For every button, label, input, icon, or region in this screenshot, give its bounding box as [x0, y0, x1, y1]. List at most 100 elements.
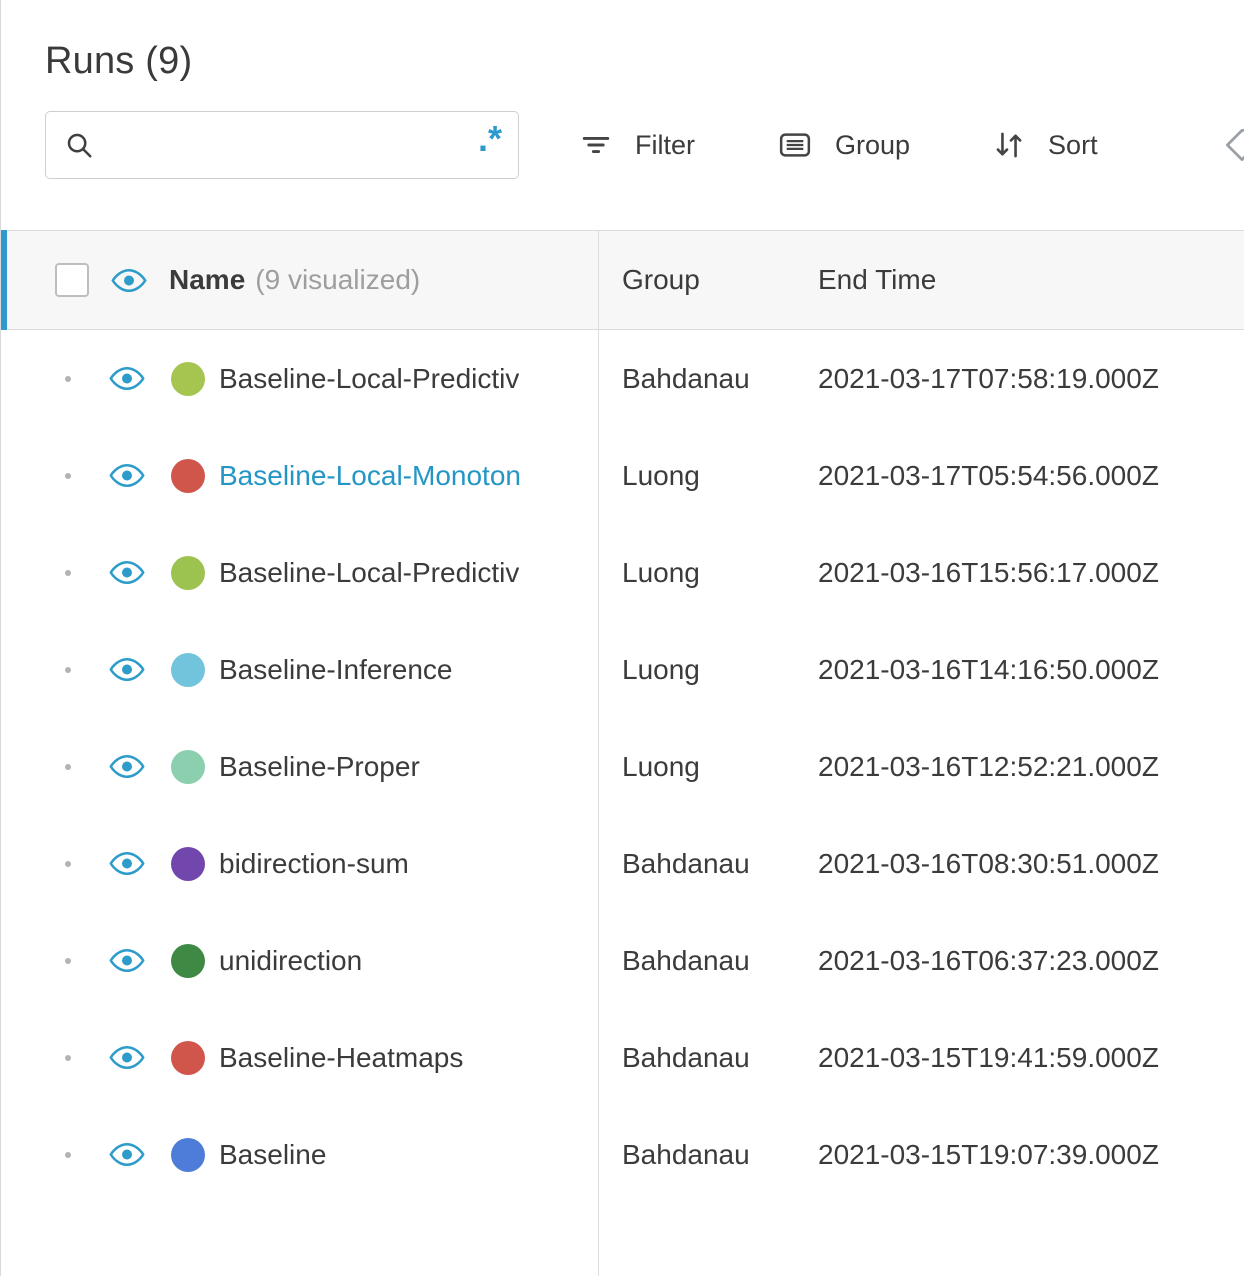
run-group: Luong	[622, 459, 700, 491]
run-end-time: 2021-03-17T05:54:56.000Z	[818, 459, 1159, 491]
visualized-count-label: (9 visualized)	[255, 264, 421, 295]
run-end-time: 2021-03-15T19:41:59.000Z	[818, 1041, 1159, 1073]
end-time-column-label: End Time	[818, 264, 937, 295]
drag-handle-dot[interactable]	[65, 472, 71, 479]
toolbar: Filter Group Sort	[579, 125, 1244, 165]
visibility-eye-icon[interactable]	[109, 948, 145, 973]
run-group: Bahdanau	[622, 1138, 750, 1170]
visibility-eye-icon[interactable]	[109, 463, 145, 488]
table-row: Baseline-Local-Predictiv Bahdanau 2021-0…	[1, 330, 1244, 427]
row-name-cell: unidirection	[1, 943, 598, 978]
visibility-eye-icon[interactable]	[109, 657, 145, 682]
table-row: Baseline-Proper Luong 2021-03-16T12:52:2…	[1, 718, 1244, 815]
run-group: Bahdanau	[622, 944, 750, 976]
run-color-dot	[171, 846, 205, 881]
search-icon	[64, 130, 94, 160]
filter-button[interactable]: Filter	[579, 128, 695, 162]
visibility-eye-icon[interactable]	[109, 560, 145, 585]
run-group: Bahdanau	[622, 362, 750, 394]
sort-icon	[992, 128, 1026, 162]
run-group: Luong	[622, 653, 700, 685]
drag-handle-dot[interactable]	[65, 375, 71, 382]
table-row: Baseline-Local-Monoton Luong 2021-03-17T…	[1, 427, 1244, 524]
run-color-dot	[171, 652, 205, 687]
table-header-row: Name (9 visualized) Group End Time	[1, 230, 1244, 330]
run-name[interactable]: Baseline-Inference	[219, 654, 452, 686]
run-name[interactable]: Baseline-Proper	[219, 751, 420, 783]
sort-button[interactable]: Sort	[992, 128, 1098, 162]
group-column-label: Group	[622, 264, 700, 295]
run-color-dot	[171, 1040, 205, 1075]
table-row: Baseline-Local-Predictiv Luong 2021-03-1…	[1, 524, 1244, 621]
regex-toggle[interactable]: .*	[478, 120, 502, 167]
column-divider	[598, 230, 599, 1276]
row-name-cell: Baseline-Local-Predictiv	[1, 555, 598, 590]
run-end-time: 2021-03-16T15:56:17.000Z	[818, 556, 1159, 588]
row-name-cell: Baseline-Local-Predictiv	[1, 361, 598, 396]
search-input[interactable]	[106, 112, 478, 178]
row-name-cell: Baseline-Local-Monoton	[1, 458, 598, 493]
drag-handle-dot[interactable]	[65, 666, 71, 673]
run-name[interactable]: bidirection-sum	[219, 848, 409, 880]
run-name[interactable]: Baseline-Local-Monoton	[219, 460, 521, 492]
table-row: unidirection Bahdanau 2021-03-16T06:37:2…	[1, 912, 1244, 1009]
visibility-eye-icon[interactable]	[109, 754, 145, 779]
name-column-label: Name	[169, 264, 246, 295]
run-end-time: 2021-03-16T08:30:51.000Z	[818, 847, 1159, 879]
filter-label: Filter	[635, 129, 695, 160]
drag-handle-dot[interactable]	[65, 1151, 71, 1158]
run-group: Luong	[622, 556, 700, 588]
toggle-all-visibility-eye-icon[interactable]	[111, 268, 147, 293]
run-end-time: 2021-03-16T14:16:50.000Z	[818, 653, 1159, 685]
drag-handle-dot[interactable]	[65, 860, 71, 867]
filter-icon	[579, 128, 613, 162]
run-color-dot	[171, 943, 205, 978]
table-body: Baseline-Local-Predictiv Bahdanau 2021-0…	[1, 330, 1244, 1203]
row-name-cell: Baseline	[1, 1137, 598, 1172]
drag-handle-dot[interactable]	[65, 569, 71, 576]
run-end-time: 2021-03-16T12:52:21.000Z	[818, 750, 1159, 782]
row-name-cell: Baseline-Proper	[1, 749, 598, 784]
run-group: Bahdanau	[622, 1041, 750, 1073]
run-group: Bahdanau	[622, 847, 750, 879]
run-end-time: 2021-03-17T07:58:19.000Z	[818, 362, 1159, 394]
drag-handle-dot[interactable]	[65, 957, 71, 964]
drag-handle-dot[interactable]	[65, 763, 71, 770]
tag-icon	[1222, 125, 1244, 165]
runs-table: Name (9 visualized) Group End Time Basel…	[1, 230, 1244, 1276]
run-name[interactable]: Baseline	[219, 1139, 326, 1171]
table-row: Baseline-Inference Luong 2021-03-16T14:1…	[1, 621, 1244, 718]
controls-row: .* Filter Group Sort	[45, 111, 1244, 179]
row-name-cell: bidirection-sum	[1, 846, 598, 881]
run-color-dot	[171, 1137, 205, 1172]
name-column-header: Name (9 visualized)	[1, 263, 598, 297]
visibility-eye-icon[interactable]	[109, 1045, 145, 1070]
run-name[interactable]: Baseline-Heatmaps	[219, 1042, 463, 1074]
table-row: bidirection-sum Bahdanau 2021-03-16T08:3…	[1, 815, 1244, 912]
row-name-cell: Baseline-Inference	[1, 652, 598, 687]
run-name[interactable]: Baseline-Local-Predictiv	[219, 363, 519, 395]
run-color-dot	[171, 555, 205, 590]
run-end-time: 2021-03-15T19:07:39.000Z	[818, 1138, 1159, 1170]
sort-label: Sort	[1048, 129, 1098, 160]
header-accent-bar	[1, 230, 7, 330]
visibility-eye-icon[interactable]	[109, 366, 145, 391]
run-name[interactable]: Baseline-Local-Predictiv	[219, 557, 519, 589]
table-row: Baseline Bahdanau 2021-03-15T19:07:39.00…	[1, 1106, 1244, 1203]
drag-handle-dot[interactable]	[65, 1054, 71, 1061]
run-name[interactable]: unidirection	[219, 945, 362, 977]
panel-header: Runs (9) .* Filter Group Sort	[1, 0, 1244, 230]
tag-button[interactable]	[1222, 125, 1244, 165]
run-color-dot	[171, 458, 205, 493]
visibility-eye-icon[interactable]	[109, 1142, 145, 1167]
page-title: Runs (9)	[45, 40, 193, 82]
group-icon	[777, 127, 813, 163]
visibility-eye-icon[interactable]	[109, 851, 145, 876]
row-name-cell: Baseline-Heatmaps	[1, 1040, 598, 1075]
run-color-dot	[171, 749, 205, 784]
runs-panel: Runs (9) .* Filter Group Sort Name (9 vi…	[0, 0, 1244, 1276]
select-all-checkbox[interactable]	[55, 263, 89, 297]
run-end-time: 2021-03-16T06:37:23.000Z	[818, 944, 1159, 976]
group-label: Group	[835, 129, 911, 160]
group-button[interactable]: Group	[777, 127, 910, 163]
